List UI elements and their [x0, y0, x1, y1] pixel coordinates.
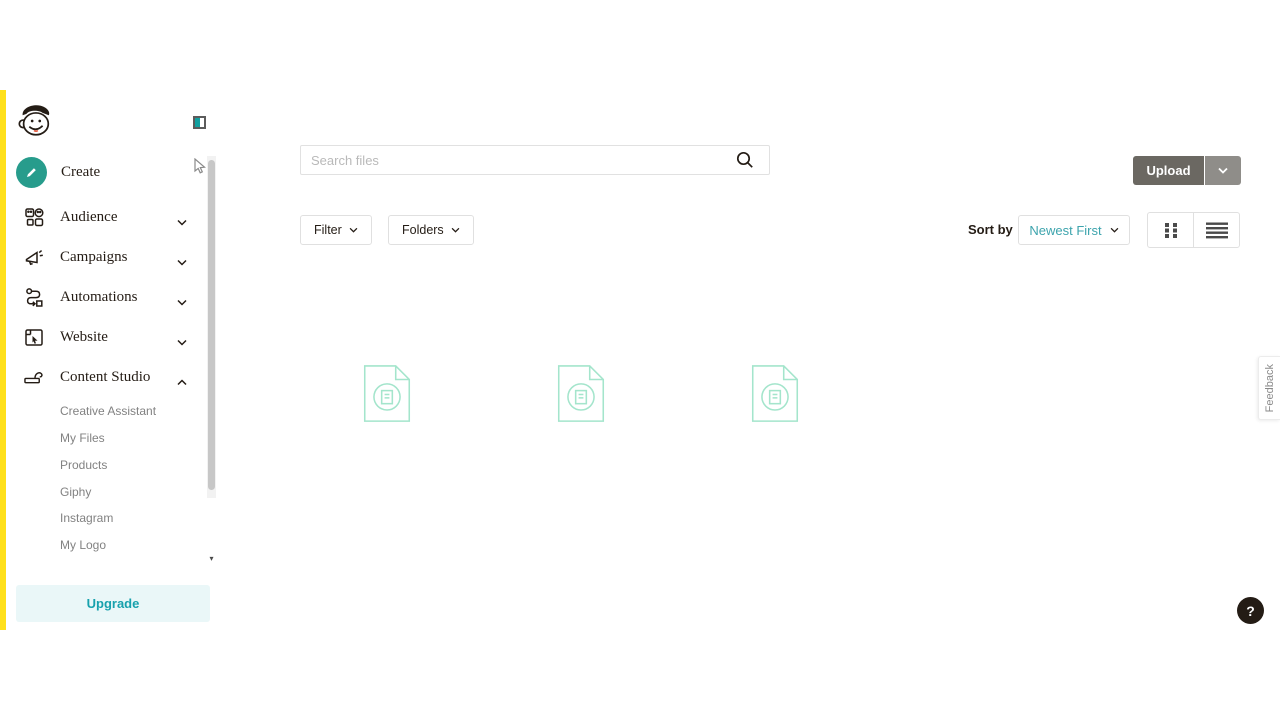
sort-order-dropdown[interactable]: Newest First	[1018, 215, 1130, 245]
chevron-down-icon	[177, 253, 187, 271]
subnav-item-creative-assistant[interactable]: Creative Assistant	[60, 404, 156, 418]
chevron-down-icon	[177, 213, 187, 231]
sidebar-item-create[interactable]: Create	[6, 152, 211, 192]
file-placeholder	[748, 364, 802, 424]
subnav-item-products[interactable]: Products	[60, 458, 107, 472]
sidebar-item-audience[interactable]: Audience	[6, 202, 211, 232]
pencil-icon	[24, 165, 39, 180]
subnav-item-my-files[interactable]: My Files	[60, 431, 105, 445]
chevron-down-icon	[349, 227, 358, 233]
list-view-icon	[1206, 222, 1228, 239]
sidebar-item-automations[interactable]: Automations	[6, 282, 211, 312]
sidebar-item-label: Create	[61, 164, 100, 181]
chevron-down-icon	[1110, 227, 1119, 233]
sidebar-item-label: Campaigns	[60, 249, 128, 266]
grid-view-icon	[1164, 222, 1178, 239]
content-studio-icon	[24, 367, 44, 387]
file-placeholder	[360, 364, 414, 424]
chevron-down-icon	[1218, 167, 1228, 174]
browser-window-icon	[24, 327, 44, 347]
file-placeholder	[554, 364, 608, 424]
sidebar-item-campaigns[interactable]: Campaigns	[6, 242, 211, 272]
filter-dropdown[interactable]: Filter	[300, 215, 372, 245]
subnav-item-giphy[interactable]: Giphy	[60, 485, 91, 499]
list-view-button[interactable]	[1193, 212, 1240, 248]
filter-label: Filter	[314, 223, 342, 237]
chevron-down-icon	[177, 333, 187, 351]
sidebar-scrollbar-thumb[interactable]	[208, 160, 215, 490]
collapse-sidebar-icon[interactable]	[193, 116, 206, 129]
upgrade-button[interactable]: Upgrade	[16, 585, 210, 622]
subnav-item-my-logo[interactable]: My Logo	[60, 538, 106, 552]
scroll-down-arrow-icon[interactable]: ▾	[207, 554, 216, 563]
chevron-up-icon	[177, 373, 187, 391]
create-circle	[16, 157, 47, 188]
sidebar-item-label: Website	[60, 329, 108, 346]
upload-split-button: Upload	[1133, 156, 1241, 185]
search-icon[interactable]	[736, 151, 754, 174]
search-input[interactable]	[300, 145, 770, 175]
sort-by-label: Sort by	[968, 215, 1013, 245]
subnav-item-instagram[interactable]: Instagram	[60, 511, 113, 525]
chevron-down-icon	[177, 293, 187, 311]
sidebar: Create Audience	[6, 90, 216, 630]
megaphone-icon	[24, 247, 44, 267]
automation-flow-icon	[24, 287, 44, 307]
sidebar-item-label: Content Studio	[60, 369, 150, 386]
folders-label: Folders	[402, 223, 444, 237]
folders-dropdown[interactable]: Folders	[388, 215, 474, 245]
sidebar-item-content-studio[interactable]: Content Studio	[6, 362, 211, 392]
feedback-tab[interactable]: Feedback	[1258, 356, 1280, 420]
feedback-label: Feedback	[1264, 364, 1276, 412]
sidebar-item-label: Audience	[60, 209, 117, 226]
sort-order-value: Newest First	[1029, 223, 1101, 238]
content-studio-page: Create Audience	[0, 0, 1280, 720]
chevron-down-icon	[451, 227, 460, 233]
sidebar-item-website[interactable]: Website	[6, 322, 211, 352]
upload-options-button[interactable]	[1205, 156, 1241, 185]
audience-icon	[24, 207, 44, 227]
upload-button[interactable]: Upload	[1133, 156, 1204, 185]
grid-view-button[interactable]	[1147, 212, 1194, 248]
view-toggle-group	[1147, 212, 1240, 248]
sidebar-item-label: Automations	[60, 289, 138, 306]
search-bar	[300, 145, 770, 175]
mailchimp-freddie-logo[interactable]	[16, 102, 54, 140]
help-button[interactable]: ?	[1237, 597, 1264, 624]
